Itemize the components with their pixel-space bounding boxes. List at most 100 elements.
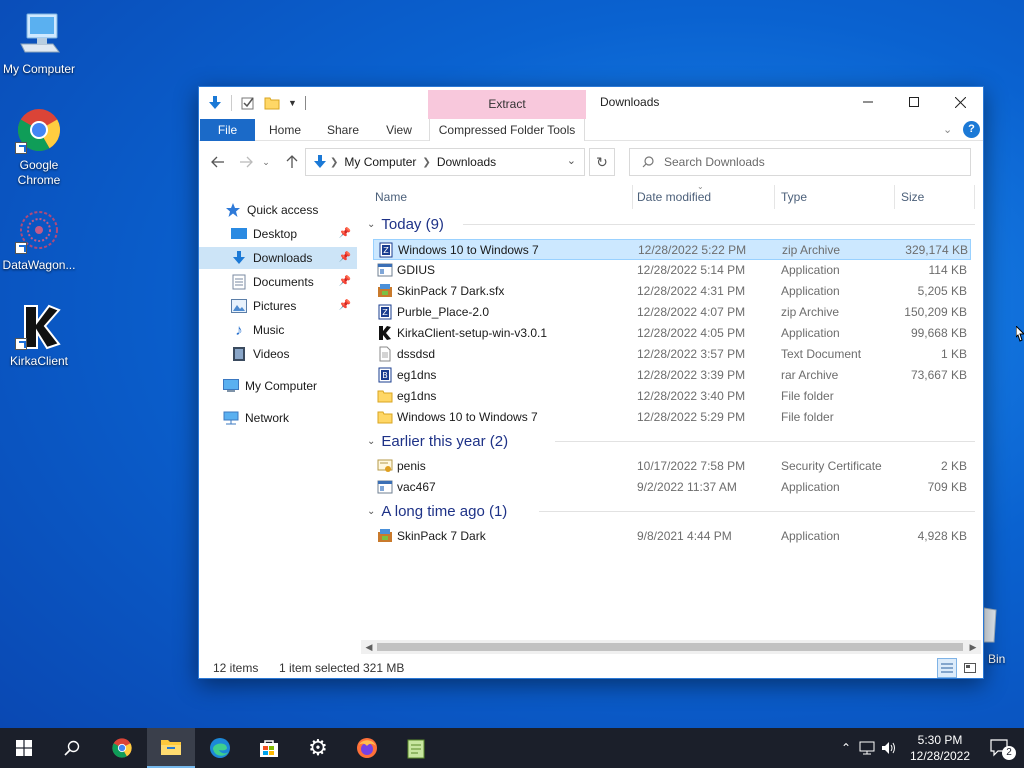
address-dropdown-icon[interactable]: ⌄ xyxy=(567,154,576,167)
nav-my-computer[interactable]: My Computer xyxy=(199,375,357,397)
group-header[interactable]: ⌄ Today (9) xyxy=(361,213,975,235)
desktop-icon-google-chrome[interactable]: Google Chrome xyxy=(0,106,78,188)
chevron-down-icon[interactable]: ⌄ xyxy=(367,219,375,230)
search-button[interactable] xyxy=(48,728,96,768)
chevron-down-icon[interactable]: ⌄ xyxy=(367,506,375,517)
pin-icon[interactable]: 📌 xyxy=(339,276,351,287)
customize-dropdown-icon[interactable]: ▼ xyxy=(288,98,297,108)
downloads-icon xyxy=(231,250,247,266)
pin-icon[interactable]: 📌 xyxy=(339,228,351,239)
network-status-icon[interactable] xyxy=(856,741,878,755)
refresh-button[interactable]: ↻ xyxy=(589,148,615,176)
search-box[interactable] xyxy=(629,148,971,176)
expand-ribbon-icon[interactable]: ⌄ xyxy=(943,123,952,136)
tab-share[interactable]: Share xyxy=(319,119,367,141)
pin-icon[interactable]: 📌 xyxy=(339,252,351,263)
file-row[interactable]: Beg1dns 12/28/2022 3:39 PM rar Archive 73,6… xyxy=(373,365,971,386)
download-arrow-icon[interactable] xyxy=(207,95,223,111)
desktop-icon-datawagon[interactable]: DataWagon... xyxy=(0,206,78,273)
close-button[interactable] xyxy=(937,87,983,117)
minimize-button[interactable] xyxy=(845,87,891,117)
properties-checkbox-icon[interactable] xyxy=(240,95,256,111)
taskbar-notepad-plus[interactable] xyxy=(392,728,440,768)
tab-home[interactable]: Home xyxy=(261,119,309,141)
tab-compressed-folder-tools[interactable]: Compressed Folder Tools xyxy=(429,119,585,141)
taskbar-chrome[interactable] xyxy=(98,728,146,768)
nav-pictures[interactable]: Pictures 📌 xyxy=(199,295,357,317)
file-row[interactable]: Windows 10 to Windows 7 12/28/2022 5:29 P… xyxy=(373,407,971,428)
file-row[interactable]: eg1dns 12/28/2022 3:40 PM File folder xyxy=(373,386,971,407)
taskbar-settings[interactable]: ⚙ xyxy=(294,728,342,768)
tab-file[interactable]: File xyxy=(200,119,255,141)
file-row[interactable]: dssdsd 12/28/2022 3:57 PM Text Document 1 K… xyxy=(373,344,971,365)
file-row[interactable]: SkinPack 7 Dark.sfx 12/28/2022 4:31 PM App… xyxy=(373,281,971,302)
start-button[interactable] xyxy=(0,728,48,768)
title-bar[interactable]: ▼ Extract Downloads xyxy=(199,87,983,119)
large-icons-view-button[interactable] xyxy=(961,658,979,678)
horizontal-scrollbar[interactable]: ◀ ▶ xyxy=(361,640,981,654)
file-explorer-icon xyxy=(161,740,181,755)
taskbar-edge[interactable] xyxy=(196,728,244,768)
help-icon[interactable]: ? xyxy=(963,121,980,138)
group-title: A long time ago (1) xyxy=(381,502,508,520)
nav-label: Desktop xyxy=(253,227,298,241)
desktop-icon xyxy=(231,226,247,242)
group-header[interactable]: ⌄ A long time ago (1) xyxy=(361,500,975,522)
search-input[interactable] xyxy=(664,155,944,169)
selection-size: 321 MB xyxy=(363,661,405,675)
nav-videos[interactable]: Videos xyxy=(199,343,357,365)
up-button[interactable] xyxy=(281,151,303,173)
group-header[interactable]: ⌄ Earlier this year (2) xyxy=(361,430,975,452)
scroll-left-arrow-icon[interactable]: ◀ xyxy=(361,640,377,654)
tab-view[interactable]: View xyxy=(375,119,423,141)
file-explorer-window[interactable]: ▼ Extract Downloads File Home Share View… xyxy=(198,86,984,679)
forward-button[interactable] xyxy=(235,151,257,173)
desktop-icon-kirkaclient[interactable]: KirkaClient xyxy=(0,302,78,369)
file-row[interactable]: vac467 9/2/2022 11:37 AM Application 709 KB xyxy=(373,477,971,498)
address-bar[interactable]: ❯ My Computer ❯ Downloads ⌄ xyxy=(305,148,585,176)
nav-desktop[interactable]: Desktop 📌 xyxy=(199,223,357,245)
windows-logo-icon xyxy=(16,740,32,756)
nav-downloads[interactable]: Downloads 📌 xyxy=(199,247,357,269)
file-row[interactable]: Z Windows 10 to Windows 7 12/28/2022 5:22 … xyxy=(373,239,971,260)
file-date-modified: 10/17/2022 7:58 PM xyxy=(637,459,746,473)
chevron-down-icon[interactable]: ⌄ xyxy=(367,436,375,447)
maximize-button[interactable] xyxy=(891,87,937,117)
column-header-size[interactable]: Size xyxy=(895,185,975,209)
file-row[interactable]: Z Purble_Place-2.0 12/28/2022 4:07 PM zip A… xyxy=(373,302,971,323)
nav-quick-access[interactable]: Quick access xyxy=(199,199,357,221)
breadcrumb-my-computer[interactable]: My Computer xyxy=(344,155,416,169)
desktop-icon-recycle-bin[interactable]: Bin xyxy=(984,606,1024,668)
nav-music[interactable]: ♪ Music xyxy=(199,319,357,341)
pin-icon[interactable]: 📌 xyxy=(339,300,351,311)
scrollbar-thumb[interactable] xyxy=(377,643,963,651)
nav-network[interactable]: Network xyxy=(199,407,357,429)
taskbar-store[interactable] xyxy=(245,728,293,768)
extract-context-tab[interactable]: Extract xyxy=(428,90,586,119)
column-header-type[interactable]: Type xyxy=(775,185,895,209)
file-size: 150,209 KB xyxy=(904,305,967,319)
nav-label: Network xyxy=(245,411,290,425)
file-row[interactable]: SkinPack 7 Dark 9/8/2021 4:44 PM Applicati… xyxy=(373,526,971,547)
nav-label: Quick access xyxy=(247,203,319,217)
desktop-icon-my-computer[interactable]: My Computer xyxy=(0,10,78,77)
file-row[interactable]: penis 10/17/2022 7:58 PM Security Certific… xyxy=(373,456,971,477)
volume-icon[interactable] xyxy=(878,741,900,755)
new-folder-icon[interactable] xyxy=(264,95,280,111)
scroll-right-arrow-icon[interactable]: ▶ xyxy=(965,640,981,654)
action-center-button[interactable]: 2 xyxy=(976,728,1024,768)
breadcrumb-downloads[interactable]: Downloads xyxy=(437,155,496,169)
back-button[interactable] xyxy=(207,151,229,173)
file-row[interactable]: KirkaClient-setup-win-v3.0.1 12/28/2022 4… xyxy=(373,323,971,344)
show-hidden-icons-icon[interactable]: ⌃ xyxy=(836,741,856,755)
item-count: 12 items xyxy=(213,661,259,675)
column-header-name[interactable]: Name xyxy=(369,185,633,209)
taskbar-file-explorer[interactable] xyxy=(147,728,195,768)
taskbar-firefox[interactable] xyxy=(343,728,391,768)
file-row[interactable]: GDIUS 12/28/2022 5:14 PM Application 114 KB xyxy=(373,260,971,281)
nav-documents[interactable]: Documents 📌 xyxy=(199,271,357,293)
clock[interactable]: 5:30 PM 12/28/2022 xyxy=(908,732,972,764)
up-arrow-icon xyxy=(286,155,298,168)
details-view-button[interactable] xyxy=(937,658,957,678)
recent-locations-button[interactable]: ⌄ xyxy=(259,151,273,173)
